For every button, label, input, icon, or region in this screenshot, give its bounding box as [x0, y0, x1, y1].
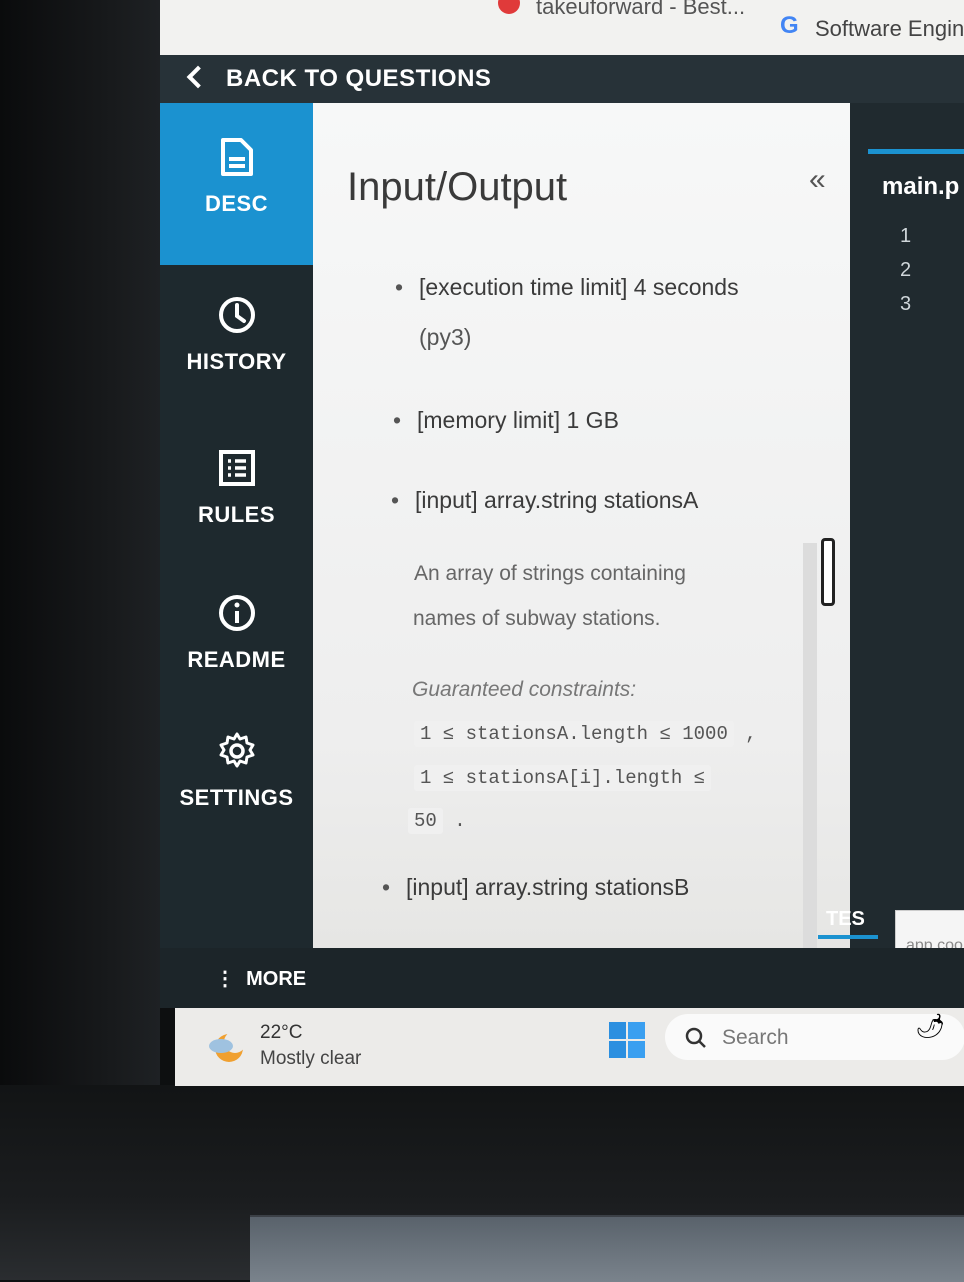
browser-tab-software-engineer[interactable]: Software Engine [815, 16, 964, 42]
laptop-base [250, 1215, 964, 1282]
screen-bezel-left [0, 0, 160, 1160]
input-a-description-line2: names of subway stations. [413, 607, 661, 630]
sidebar-item-readme[interactable]: README [160, 593, 313, 673]
sidebar: DESC HISTORY RULES README SETTINGS [160, 103, 313, 948]
search-icon [685, 1027, 706, 1048]
kebab-icon: ⋮ [215, 968, 247, 990]
back-to-questions-button[interactable]: BACK TO QUESTIONS [186, 55, 492, 103]
info-icon [217, 593, 257, 633]
code-editor[interactable]: main.p 1 2 3 TES [818, 103, 964, 948]
constraint-2: 1 ≤ stationsA[i].length ≤ [414, 765, 712, 791]
input-stations-b: [input] array.string stationsB [382, 866, 689, 908]
chevron-left-icon [186, 65, 210, 89]
file-tab-main[interactable]: main.p [882, 173, 959, 201]
execution-time-limit-suffix: (py3) [419, 324, 472, 350]
constraint-1-code: 1 ≤ stationsA.length ≤ 1000 [414, 721, 734, 747]
page-title: Input/Output [347, 165, 568, 209]
more-button[interactable]: ⋮ MORE [215, 966, 306, 991]
windows-taskbar: 22°C Mostly clear Search 🌶 [175, 1008, 964, 1086]
line-number: 3 [900, 293, 912, 315]
collapse-panel-button[interactable]: « [809, 163, 826, 197]
more-bar: ⋮ MORE [160, 948, 964, 1008]
constraints-label: Guaranteed constraints: [412, 678, 637, 701]
google-favicon-icon: G [780, 12, 799, 39]
description-panel: « Input/Output [execution time limit] 4 … [313, 103, 850, 948]
tests-tab-indicator [818, 935, 878, 939]
line-number: 2 [900, 259, 912, 281]
sidebar-item-label: RULES [197, 502, 276, 527]
constraint-1: 1 ≤ stationsA.length ≤ 1000 , [414, 721, 757, 747]
sidebar-item-label: DESC [204, 191, 269, 216]
constraint-2-code: 1 ≤ stationsA[i].length ≤ [414, 765, 712, 791]
scrollbar-track[interactable] [803, 543, 817, 948]
input-a-description-line1: An array of strings containing [414, 562, 686, 585]
sidebar-item-settings[interactable]: SETTINGS [160, 731, 313, 811]
weather-moon-cloud-icon[interactable] [205, 1026, 245, 1066]
tab-tests[interactable]: TES [826, 908, 865, 931]
sidebar-item-history[interactable]: HISTORY [160, 295, 313, 375]
more-label: MORE [246, 968, 307, 990]
takeuforward-favicon-icon [498, 0, 520, 14]
back-to-questions-label: BACK TO QUESTIONS [226, 65, 492, 92]
weather-description: Mostly clear [260, 1048, 362, 1069]
document-icon [217, 137, 257, 177]
list-icon [217, 448, 257, 488]
sidebar-item-label: HISTORY [186, 349, 287, 374]
line-number: 1 [900, 225, 912, 247]
gear-icon [217, 731, 257, 771]
memory-limit: [memory limit] 1 GB [393, 399, 619, 441]
browser-tabstrip: takeuforward - Best... G Software Engine [160, 0, 964, 55]
browser-tab-takeuforward[interactable]: takeuforward - Best... [536, 0, 745, 20]
sidebar-item-rules[interactable]: RULES [160, 448, 313, 528]
sidebar-item-label: SETTINGS [179, 785, 294, 810]
clock-icon [217, 295, 257, 335]
windows-start-icon[interactable] [607, 1020, 647, 1060]
panel-resize-handle[interactable] [821, 538, 835, 606]
constraint-2-continued: 50 . [408, 808, 466, 834]
constraint-1-suffix: , [745, 723, 757, 745]
sidebar-item-label: README [187, 647, 286, 672]
constraint-2-suffix: . [454, 810, 466, 832]
app-header: BACK TO QUESTIONS [160, 55, 964, 103]
chili-pepper-icon[interactable]: 🌶 [915, 1012, 945, 1041]
execution-time-limit: [execution time limit] 4 seconds [395, 266, 739, 308]
constraint-2-value: 50 [408, 808, 443, 834]
weather-temperature: 22°C [260, 1022, 303, 1043]
input-stations-a: [input] array.string stationsA [391, 479, 698, 521]
editor-tab-indicator [868, 149, 964, 154]
sidebar-item-desc[interactable]: DESC [160, 103, 313, 265]
search-placeholder: Search [722, 1026, 789, 1049]
